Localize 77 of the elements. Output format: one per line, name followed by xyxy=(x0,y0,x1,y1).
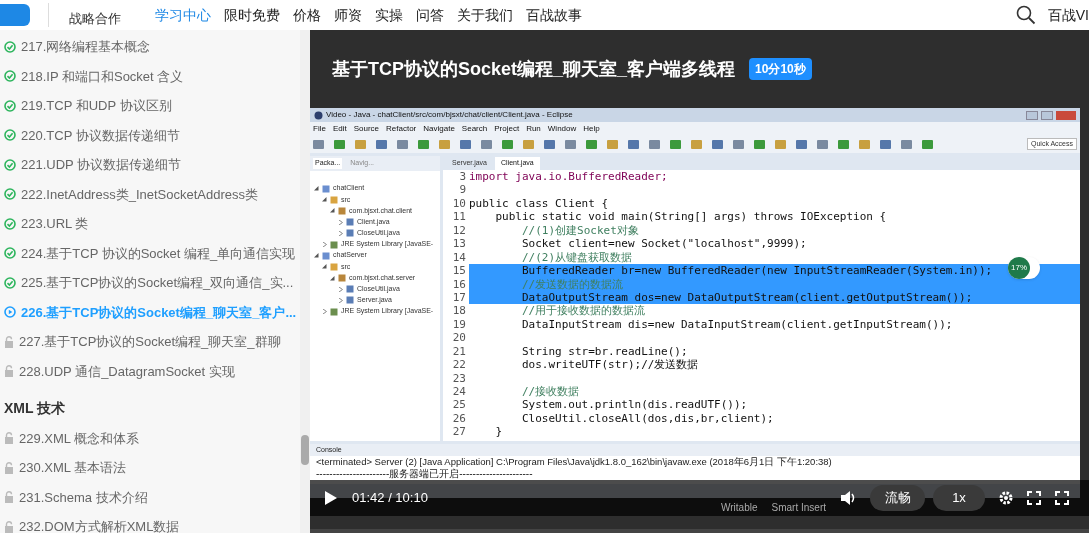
nav-link[interactable]: 价格 xyxy=(293,4,321,26)
menu-item[interactable]: Project xyxy=(494,122,520,135)
console-output: ----------------------服务器端已开启---------------------- xyxy=(315,468,534,480)
brand-text: 战略合作 xyxy=(69,10,121,29)
lesson-item[interactable]: 230.XML 基本语法 xyxy=(19,458,127,478)
menu-item[interactable]: Source xyxy=(353,122,380,135)
web-fullscreen-icon xyxy=(1027,491,1041,505)
menu-item[interactable]: Help xyxy=(583,122,600,135)
status-text: Writable xyxy=(721,501,758,515)
menu-item[interactable]: Search xyxy=(461,122,488,135)
search-icon xyxy=(1015,5,1036,25)
nav-link[interactable]: 学习中心 xyxy=(155,4,211,26)
lesson-item[interactable]: 231.Schema 技术介绍 xyxy=(19,487,148,507)
code-line: //发送数据的数据流 xyxy=(521,277,624,291)
speed-button[interactable]: 1x xyxy=(933,485,985,511)
code-line: CloseUtil.closeAll(dos,dis,br,client); xyxy=(521,411,774,426)
code-line: String str=br.readLine(); xyxy=(521,344,688,359)
lesson-item[interactable]: 229.XML 概念和体系 xyxy=(19,428,140,448)
lesson-item[interactable]: 227.基于TCP协议的Socket编程_聊天室_群聊 xyxy=(19,332,281,352)
code-line: } xyxy=(495,425,503,439)
code-line: //(1)创建Socket对象 xyxy=(521,223,639,238)
duration-badge: 10分10秒 xyxy=(749,58,812,80)
window-title: Video - Java - chatClient/src/com/bjsxt/chat/client/Client.java - Eclipse xyxy=(326,109,573,121)
nav-link[interactable]: 百战故事 xyxy=(526,4,582,26)
lesson-item[interactable]: 222.InetAddress类_InetSocketAddress类 xyxy=(21,184,259,204)
code-line: Socket client=new Socket("localhost",9999); xyxy=(521,237,807,251)
lesson-item[interactable]: 217.网络编程基本概念 xyxy=(21,37,151,57)
lesson-item[interactable]: 218.IP 和端口和Socket 含义 xyxy=(21,66,184,86)
menu-item[interactable]: Run xyxy=(526,122,541,135)
nav-link[interactable]: 关于我们 xyxy=(457,4,513,26)
code-line: import java.io.BufferedReader; xyxy=(469,170,668,184)
lesson-item[interactable]: 220.TCP 协议数据传递细节 xyxy=(21,125,180,145)
code-line: BufferedReader br=new BufferedReader(new InputStreamReader(System.in)); xyxy=(521,264,993,278)
eclipse-logo-icon xyxy=(314,110,323,120)
code-line: //(2)从键盘获取数据 xyxy=(521,250,633,265)
fullscreen-icon xyxy=(1055,491,1069,505)
status-text: Smart Insert xyxy=(771,501,826,515)
logo-icon[interactable] xyxy=(0,4,30,26)
menu-item[interactable]: File xyxy=(313,122,326,135)
play-icon xyxy=(324,490,338,506)
menu-item[interactable]: Edit xyxy=(332,122,347,135)
lesson-item[interactable]: 225.基于TCP协议的Socket编程_双向通信_实... xyxy=(21,273,294,293)
user-name[interactable]: 百战VI xyxy=(1047,4,1089,26)
lesson-item[interactable]: 228.UDP 通信_DatagramSocket 实现 xyxy=(19,361,235,381)
code-line: public static void main(String[] args) throws IOException { xyxy=(495,210,887,224)
code-line: //接收数据 xyxy=(521,385,580,399)
cpu-meter: 17% xyxy=(1008,257,1030,279)
lesson-item[interactable]: 223.URL 类 xyxy=(21,214,89,234)
scrollbar-thumb[interactable] xyxy=(301,435,309,465)
code-line: //用于接收数据的数据流 xyxy=(521,304,646,318)
quality-button[interactable]: 流畅 xyxy=(870,485,925,511)
nav-link[interactable]: 师资 xyxy=(334,4,362,26)
minimize-button[interactable] xyxy=(1026,110,1038,120)
console-header: <terminated> Server (2) [Java Application] C:\Program Files\Java\jdk1.8.0_162\bin\javaw.exe (2018年6月1日 下午1:20:38) xyxy=(315,456,833,468)
code-line: public class Client { xyxy=(469,196,609,211)
code-line: DataInputStream dis=new DataInputStream(client.getInputStream()); xyxy=(521,317,953,332)
line-number: 15 xyxy=(443,264,469,278)
lesson-item[interactable]: 224.基于TCP 协议的Socket 编程_单向通信实现 xyxy=(21,243,296,263)
menu-item[interactable]: Navigate xyxy=(423,122,455,135)
lesson-item[interactable]: 232.DOM方式解析XML数据 xyxy=(19,517,180,533)
maximize-button[interactable] xyxy=(1041,110,1053,120)
nav-link[interactable]: 问答 xyxy=(416,4,444,26)
nav-link[interactable]: 限时免费 xyxy=(224,4,280,26)
code-line: DataOutputStream dos=new DataOutputStream(client.getOutputStream()); xyxy=(521,290,973,305)
code-line: System.out.println(dis.readUTF()); xyxy=(521,398,748,412)
code-line: dos.writeUTF(str);//发送数据 xyxy=(521,358,699,372)
video-title: 基于TCP协议的Socket编程_聊天室_客户端多线程 xyxy=(332,57,736,81)
menu-item[interactable]: Window xyxy=(547,122,577,135)
lesson-item[interactable]: 221.UDP 协议数据传递细节 xyxy=(21,155,182,175)
nav-link[interactable]: 实操 xyxy=(375,4,403,26)
volume-icon xyxy=(840,491,856,505)
settings-icon xyxy=(999,491,1013,505)
close-button[interactable] xyxy=(1056,110,1076,120)
section-heading: XML 技术 xyxy=(4,399,66,419)
playback-time: 01:42 / 10:10 xyxy=(352,489,428,508)
menu-item[interactable]: Refactor xyxy=(386,122,417,135)
lesson-item[interactable]: 219.TCP 和UDP 协议区别 xyxy=(21,96,172,116)
